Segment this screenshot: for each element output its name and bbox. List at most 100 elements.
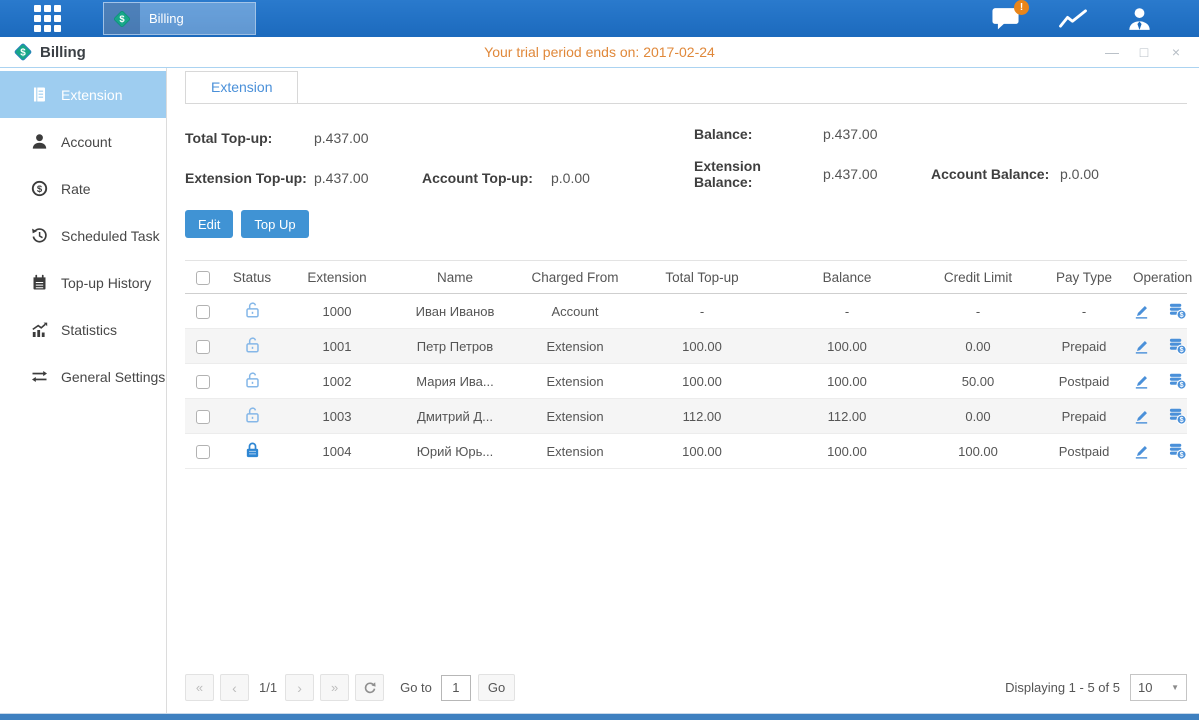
cell-total-topup: 100.00	[631, 434, 773, 469]
cell-total-topup: 100.00	[631, 364, 773, 399]
last-page-button[interactable]: »	[320, 674, 349, 701]
cell-balance: 100.00	[773, 434, 921, 469]
cell-credit-limit: -	[921, 294, 1035, 329]
svg-text:$: $	[1180, 346, 1184, 354]
sidebar-item-statistics[interactable]: Statistics	[0, 306, 166, 353]
extension-table: Status Extension Name Charged From Total…	[185, 260, 1187, 469]
sidebar-item-label: General Settings	[61, 369, 165, 385]
total-topup-label: Total Top-up:	[185, 130, 314, 146]
col-extension: Extension	[283, 261, 391, 294]
minimize-button[interactable]: —	[1103, 43, 1121, 61]
general-settings-icon	[30, 368, 48, 385]
close-button[interactable]: ×	[1167, 43, 1185, 61]
edit-row-icon[interactable]	[1133, 338, 1150, 355]
cell-charged-from: Extension	[519, 434, 631, 469]
table-row: 1002 Мария Ива... Extension 100.00 100.0…	[185, 364, 1187, 399]
sidebar-item-account[interactable]: Account	[0, 118, 166, 165]
sidebar-item-label: Extension	[61, 87, 122, 103]
user-account-icon[interactable]	[1126, 6, 1153, 31]
toolbar: Edit Top Up	[185, 210, 1187, 238]
app-grid-icon[interactable]	[34, 5, 61, 32]
lock-open-icon	[244, 336, 261, 354]
balance-label: Balance:	[694, 126, 823, 142]
edit-row-icon[interactable]	[1133, 408, 1150, 425]
cell-pay-type: Postpaid	[1035, 434, 1133, 469]
cell-name: Мария Ива...	[391, 364, 519, 399]
edit-row-icon[interactable]	[1133, 443, 1150, 460]
sidebar-item-rate[interactable]: $ Rate	[0, 165, 166, 212]
row-checkbox[interactable]	[196, 340, 210, 354]
caret-down-icon: ▼	[1171, 683, 1179, 692]
main-content: Extension Total Top-up: p.437.00 Extensi…	[167, 68, 1199, 713]
cell-pay-type: Prepaid	[1035, 329, 1133, 364]
taskbar-tab-billing[interactable]: $ Billing	[103, 2, 256, 35]
notifications-icon[interactable]: !	[991, 6, 1020, 31]
top-up-row-icon[interactable]: $	[1168, 302, 1187, 320]
prev-page-button[interactable]: ‹	[220, 674, 249, 701]
extension-topup-value: p.437.00	[314, 170, 422, 186]
trial-notice: Your trial period ends on: 2017-02-24	[484, 44, 715, 60]
edit-row-icon[interactable]	[1133, 303, 1150, 320]
sidebar-item-topup-history[interactable]: Top-up History	[0, 259, 166, 306]
svg-text:$: $	[1180, 416, 1184, 424]
sidebar-item-label: Account	[61, 134, 112, 150]
cell-credit-limit: 0.00	[921, 329, 1035, 364]
row-checkbox[interactable]	[196, 410, 210, 424]
account-topup-value: p.0.00	[551, 170, 694, 186]
extension-topup-label: Extension Top-up:	[185, 170, 314, 186]
row-checkbox[interactable]	[196, 305, 210, 319]
statistics-icon	[30, 321, 48, 338]
lock-closed-icon	[244, 441, 261, 459]
svg-text:$: $	[1180, 311, 1184, 319]
top-up-row-icon[interactable]: $	[1168, 442, 1187, 460]
cell-extension: 1004	[283, 434, 391, 469]
sidebar-item-extension[interactable]: Extension	[0, 71, 166, 118]
sidebar-item-label: Top-up History	[61, 275, 151, 291]
svg-text:$: $	[36, 184, 42, 195]
sidebar-item-scheduled-task[interactable]: Scheduled Task	[0, 212, 166, 259]
top-up-row-icon[interactable]: $	[1168, 407, 1187, 425]
page-size-select[interactable]: 10 ▼	[1130, 674, 1187, 701]
cell-pay-type: Postpaid	[1035, 364, 1133, 399]
cell-charged-from: Extension	[519, 399, 631, 434]
select-all-checkbox[interactable]	[196, 271, 210, 285]
reports-chart-icon[interactable]	[1058, 6, 1088, 31]
refresh-button[interactable]	[355, 674, 384, 701]
sidebar-item-label: Rate	[61, 181, 91, 197]
go-button[interactable]: Go	[478, 674, 515, 701]
cell-total-topup: -	[631, 294, 773, 329]
cell-extension: 1002	[283, 364, 391, 399]
sidebar-item-general-settings[interactable]: General Settings	[0, 353, 166, 400]
cell-total-topup: 112.00	[631, 399, 773, 434]
cell-balance: 100.00	[773, 329, 921, 364]
top-up-button[interactable]: Top Up	[241, 210, 308, 238]
goto-label: Go to	[400, 680, 432, 695]
window-title-bar: $ Billing Your trial period ends on: 201…	[0, 37, 1199, 68]
first-page-button[interactable]: «	[185, 674, 214, 701]
cell-charged-from: Extension	[519, 364, 631, 399]
window-bottom-edge	[0, 713, 1199, 720]
cell-pay-type: -	[1035, 294, 1133, 329]
top-up-row-icon[interactable]: $	[1168, 337, 1187, 355]
tab-extension[interactable]: Extension	[185, 71, 298, 104]
edit-button[interactable]: Edit	[185, 210, 233, 238]
cell-charged-from: Extension	[519, 329, 631, 364]
next-page-button[interactable]: ›	[285, 674, 314, 701]
maximize-button[interactable]: □	[1135, 43, 1153, 61]
row-checkbox[interactable]	[196, 375, 210, 389]
extension-balance-value: p.437.00	[823, 166, 931, 182]
window-title: Billing	[40, 44, 86, 61]
rate-icon: $	[30, 180, 48, 197]
sidebar-item-label: Statistics	[61, 322, 117, 338]
cell-credit-limit: 100.00	[921, 434, 1035, 469]
displaying-text: Displaying 1 - 5 of 5	[1005, 680, 1120, 695]
goto-page-input[interactable]	[441, 675, 471, 701]
lock-open-icon	[244, 371, 261, 389]
col-total-topup: Total Top-up	[631, 261, 773, 294]
row-checkbox[interactable]	[196, 445, 210, 459]
svg-text:$: $	[1180, 381, 1184, 389]
cell-credit-limit: 0.00	[921, 399, 1035, 434]
edit-row-icon[interactable]	[1133, 373, 1150, 390]
top-up-row-icon[interactable]: $	[1168, 372, 1187, 390]
account-icon	[30, 133, 48, 150]
